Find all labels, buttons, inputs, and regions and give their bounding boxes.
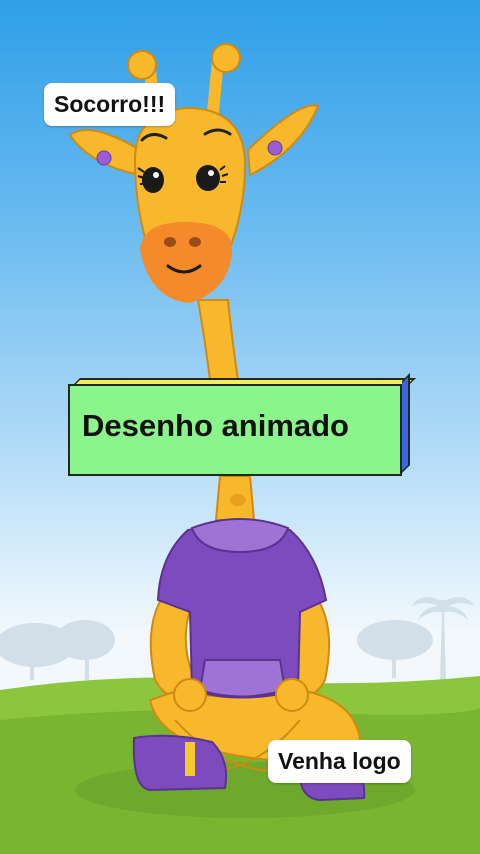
title-banner: Desenho animado xyxy=(68,373,416,476)
speech-bubble-top: Socorro!!! xyxy=(44,83,176,126)
speech-bubble-bottom: Venha logo xyxy=(268,740,411,783)
left-shoe xyxy=(132,734,228,792)
cartoon-scene: Socorro!!! Desenho animado Venha logo xyxy=(0,0,480,854)
banner-title: Desenho animado xyxy=(82,408,349,443)
banner-side-face xyxy=(402,373,410,473)
